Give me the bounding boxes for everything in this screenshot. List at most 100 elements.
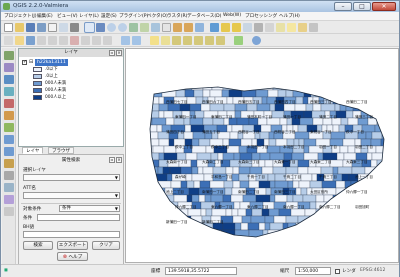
export-button[interactable]: エクスポート xyxy=(57,241,88,250)
python-console-icon[interactable] xyxy=(234,36,243,45)
search-panel-close-icon[interactable]: × xyxy=(116,157,122,163)
scale-input[interactable]: 1:50,000 xyxy=(295,267,331,275)
save-edits-icon[interactable] xyxy=(26,36,35,45)
paste-features-icon[interactable] xyxy=(103,36,112,45)
attribute-combo[interactable]: ▼ xyxy=(23,192,120,199)
panel-float-icon[interactable]: ▫ xyxy=(109,50,115,56)
menu-raster[interactable]: ラスタ(R) xyxy=(167,13,187,19)
rotate-label-icon[interactable] xyxy=(205,36,214,45)
condition-combo[interactable]: 条件 ▼ xyxy=(59,205,120,212)
zoom-last-icon[interactable] xyxy=(173,23,182,32)
panel-close-icon[interactable]: × xyxy=(116,50,122,56)
delete-selected-icon[interactable] xyxy=(70,36,79,45)
open-project-icon[interactable] xyxy=(15,23,24,32)
show-hide-labels-icon[interactable] xyxy=(183,36,192,45)
identify-icon[interactable] xyxy=(210,23,219,32)
zoom-next-icon[interactable] xyxy=(184,23,193,32)
layer-item[interactable]: ⊟ h22ka13111 xyxy=(22,59,122,66)
layer-combo[interactable]: ▼ xyxy=(23,174,120,181)
menu-database[interactable]: データベース(D) xyxy=(187,13,221,19)
expand-collapse-icon[interactable]: ⊟ xyxy=(29,59,33,65)
menu-help[interactable]: ヘルプ(H) xyxy=(279,13,300,19)
add-wms-layer-icon[interactable] xyxy=(4,123,14,132)
measure-icon[interactable] xyxy=(265,23,274,32)
add-postgis-layer-icon[interactable] xyxy=(4,75,14,84)
zoom-in-icon[interactable] xyxy=(107,23,116,32)
new-shapefile-icon[interactable] xyxy=(4,171,14,180)
tab-layers[interactable]: レイヤ xyxy=(22,147,44,154)
select-features-icon[interactable] xyxy=(221,23,230,32)
refresh-icon[interactable] xyxy=(195,23,204,32)
condition-input[interactable] xyxy=(37,214,120,221)
zoom-full-icon[interactable] xyxy=(129,23,138,32)
layer-labeling-icon[interactable] xyxy=(161,36,170,45)
open-attribute-table-icon[interactable] xyxy=(243,23,252,32)
coordinate-readout[interactable]: 139.5918,35.5722 xyxy=(165,267,237,275)
add-oracle-layer-icon[interactable] xyxy=(4,111,14,120)
add-delimited-text-layer-icon[interactable] xyxy=(4,159,14,168)
zoom-to-layer-icon[interactable] xyxy=(151,23,160,32)
label-icon[interactable] xyxy=(150,36,159,45)
add-mssql-layer-icon[interactable] xyxy=(4,99,14,108)
save-project-icon[interactable] xyxy=(26,23,35,32)
menu-view[interactable]: ビュー(V) xyxy=(57,13,78,19)
show-bookmarks-icon[interactable] xyxy=(298,23,307,32)
save-as-icon[interactable] xyxy=(37,23,46,32)
clear-button[interactable]: クリア xyxy=(92,241,120,250)
pin-labels-icon[interactable] xyxy=(172,36,181,45)
menu-web[interactable]: Web(W) xyxy=(223,13,241,18)
composer-manager-icon[interactable] xyxy=(59,23,68,32)
menu-project[interactable]: プロジェクト(J) xyxy=(4,13,37,19)
tab-browser[interactable]: ブラウザ xyxy=(48,147,74,154)
zoom-to-selection-icon[interactable] xyxy=(140,23,149,32)
menu-plugins[interactable]: プラグイン(P) xyxy=(119,13,148,19)
maximize-button[interactable]: □ xyxy=(353,2,371,11)
move-feature-icon[interactable] xyxy=(48,36,57,45)
minimize-button[interactable]: – xyxy=(334,2,352,11)
node-tool-icon[interactable] xyxy=(59,36,68,45)
move-label-icon[interactable] xyxy=(194,36,203,45)
gps-tools-icon[interactable] xyxy=(4,207,14,216)
add-feature-icon[interactable] xyxy=(37,36,46,45)
search-button[interactable]: 検索 xyxy=(23,241,53,250)
map-canvas[interactable]: 西蒲田七丁目 西蒲田六丁目 西蒲田五丁目 西蒲田四丁目 西蒲田三丁目 西蒲田二丁目 東蒲田一… xyxy=(125,48,399,263)
zoom-out-icon[interactable] xyxy=(118,23,127,32)
cut-features-icon[interactable] xyxy=(81,36,90,45)
statistics-icon[interactable] xyxy=(254,23,263,32)
text-annotation-icon[interactable] xyxy=(309,23,318,32)
menu-processing[interactable]: プロセッシング xyxy=(245,13,277,19)
new-spatialite-icon[interactable] xyxy=(4,183,14,192)
keyword-input[interactable] xyxy=(23,231,120,238)
add-raster-layer-icon[interactable] xyxy=(4,63,14,72)
menu-vector[interactable]: ベクタ(O) xyxy=(147,13,168,19)
pan-to-selection-icon[interactable] xyxy=(96,23,105,32)
redo-icon[interactable] xyxy=(132,36,141,45)
change-label-icon[interactable] xyxy=(216,36,225,45)
virtual-layer-icon[interactable] xyxy=(4,195,14,204)
add-wfs-layer-icon[interactable] xyxy=(4,147,14,156)
current-edits-icon[interactable] xyxy=(4,36,13,45)
undo-icon[interactable] xyxy=(121,36,130,45)
new-project-icon[interactable] xyxy=(4,23,13,32)
map-tips-icon[interactable] xyxy=(276,23,285,32)
zoom-native-icon[interactable] xyxy=(162,23,171,32)
toggle-editing-icon[interactable] xyxy=(15,36,24,45)
globe-icon[interactable] xyxy=(252,36,261,45)
menu-settings[interactable]: 設定(S) xyxy=(101,13,117,19)
menu-layer[interactable]: レイヤ(L) xyxy=(79,13,99,19)
new-print-composer-icon[interactable] xyxy=(48,23,57,32)
add-spatialite-layer-icon[interactable] xyxy=(4,87,14,96)
crs-status[interactable]: EPSG:4612 xyxy=(360,268,385,273)
add-vector-layer-icon[interactable] xyxy=(4,51,14,60)
deselect-icon[interactable] xyxy=(232,23,241,32)
add-wcs-layer-icon[interactable] xyxy=(4,135,14,144)
new-bookmark-icon[interactable] xyxy=(287,23,296,32)
search-panel-float-icon[interactable]: ▫ xyxy=(109,157,115,163)
menu-edit[interactable]: 編集(E) xyxy=(37,13,53,19)
pan-map-icon[interactable] xyxy=(84,22,95,33)
copy-features-icon[interactable] xyxy=(92,36,101,45)
help-button[interactable]: ⊗ ヘルプ xyxy=(57,252,88,261)
close-button[interactable]: ✕ xyxy=(372,2,396,11)
layer-visibility-checkbox[interactable] xyxy=(22,59,27,65)
render-checkbox[interactable] xyxy=(335,269,340,274)
